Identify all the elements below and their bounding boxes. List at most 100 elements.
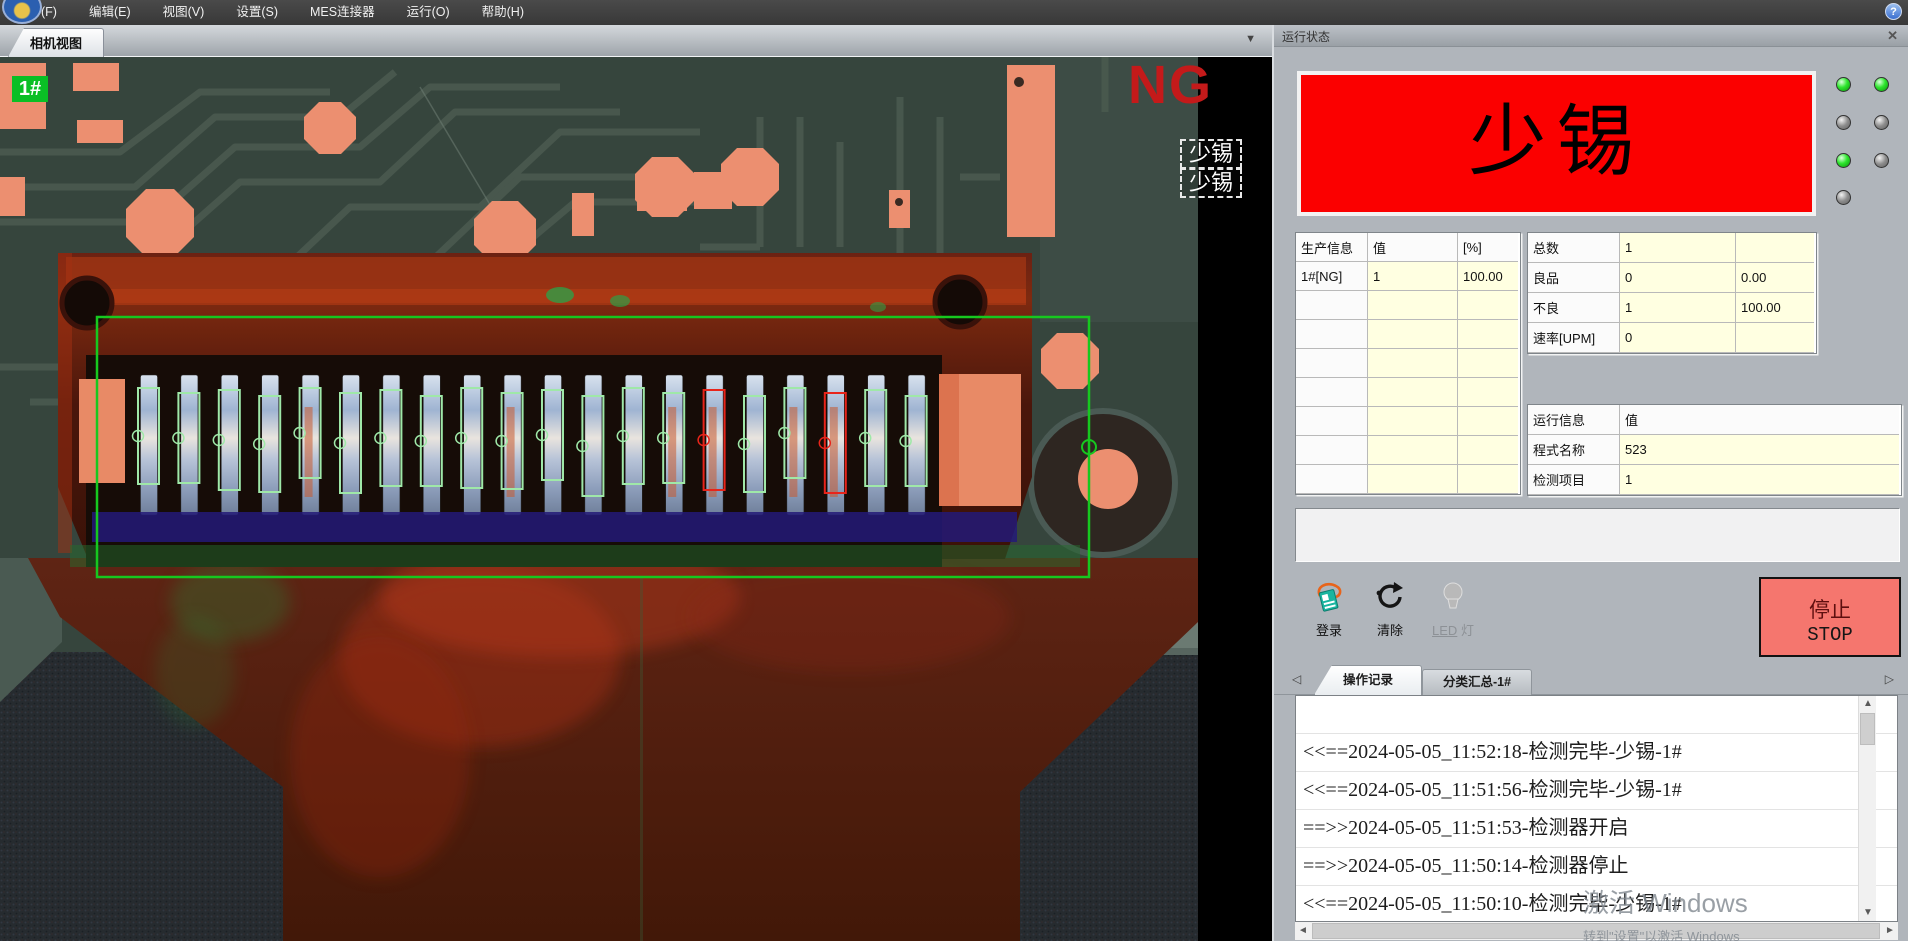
statistics-table: 总数 1 良品 0 0.00 不良 1 100.00 速率[UPM] 0 <box>1527 232 1817 354</box>
clear-label: 清除 <box>1366 620 1414 639</box>
cell-label <box>1296 349 1368 378</box>
large-pad-center <box>1078 449 1138 509</box>
message-box <box>1295 508 1900 562</box>
cell-percent <box>1458 436 1518 465</box>
cell-label <box>1296 320 1368 349</box>
cell-label: 良品 <box>1528 263 1620 293</box>
vertical-scrollbar[interactable]: ▲ ▼ <box>1858 696 1876 921</box>
menu-items: 文件(F)编辑(E)视图(V)设置(S)MES连接器运行(O)帮助(H) <box>0 0 540 25</box>
log-entry[interactable]: ==>>2024-05-05_11:50:14-检测器停止 <box>1296 848 1897 886</box>
run-info-table: 运行信息 值 程式名称 523 检测项目 1 <box>1527 404 1902 496</box>
cell-label: 速率[UPM] <box>1528 323 1620 353</box>
cell-percent <box>1458 349 1518 378</box>
lightbulb-icon <box>1436 580 1470 612</box>
indicator-light-off <box>1836 115 1851 130</box>
refresh-icon <box>1373 580 1407 612</box>
chevron-down-icon[interactable]: ▼ <box>1245 33 1256 45</box>
blue-streak <box>92 512 1017 542</box>
indicator-light-on <box>1836 153 1851 168</box>
table-row: 1#[NG] 1 100.00 <box>1296 262 1520 291</box>
scrollbar-thumb[interactable] <box>1860 713 1875 745</box>
scroll-left-icon[interactable]: ◄ <box>1295 923 1311 939</box>
scroll-down-icon[interactable]: ▼ <box>1859 905 1877 921</box>
cell-label <box>1296 465 1368 494</box>
led-label-en: LED <box>1432 623 1457 638</box>
cell-value <box>1368 320 1458 349</box>
table-row <box>1296 349 1520 378</box>
cell-label <box>1296 378 1368 407</box>
via-dot <box>1014 77 1024 87</box>
scroll-up-icon[interactable]: ▲ <box>1859 696 1877 712</box>
table-row <box>1296 378 1520 407</box>
scrollbar-thumb[interactable] <box>1312 923 1880 939</box>
table-row: 速率[UPM] 0 <box>1528 323 1816 353</box>
cell-value: 1 <box>1620 293 1736 323</box>
stop-label-cn: 停止 <box>1761 594 1899 624</box>
stop-label-en: STOP <box>1761 624 1899 646</box>
cell-percent <box>1736 233 1814 263</box>
cell-label: 程式名称 <box>1528 435 1620 465</box>
status-banner-text: 少锡 <box>1301 75 1812 209</box>
stop-button[interactable]: 停止 STOP <box>1759 577 1901 657</box>
tab-category-summary[interactable]: 分类汇总-1# <box>1422 669 1532 695</box>
indicator-light-on <box>1874 77 1889 92</box>
tab-scroll-left-icon[interactable]: ◁ <box>1292 672 1301 686</box>
close-icon[interactable]: ✕ <box>1887 28 1898 44</box>
cell-value: 1 <box>1368 262 1458 291</box>
scroll-right-icon[interactable]: ► <box>1882 923 1898 939</box>
cell-label <box>1296 291 1368 320</box>
log-entry[interactable] <box>1296 696 1897 734</box>
cell-value <box>1368 436 1458 465</box>
login-button[interactable]: 登录 <box>1305 580 1353 639</box>
menu-item[interactable]: 帮助(H) <box>466 0 540 25</box>
table-row: 良品 0 0.00 <box>1528 263 1816 293</box>
cell-label: 检测项目 <box>1528 465 1620 495</box>
production-info-table: 生产信息 值 [%] 1#[NG] 1 100.00 <box>1295 232 1521 495</box>
log-entry[interactable]: <<==2024-05-05_11:50:10-检测完毕-少锡-1# <box>1296 886 1897 922</box>
table-row: 不良 1 100.00 <box>1528 293 1816 323</box>
cell-label: 1#[NG] <box>1296 262 1368 291</box>
column-header: [%] <box>1458 233 1518 262</box>
tab-operation-log[interactable]: 操作记录 <box>1314 665 1422 695</box>
menu-item[interactable]: 视图(V) <box>147 0 221 25</box>
led-label: LED 灯 <box>1429 620 1477 639</box>
connector-hole <box>62 278 112 328</box>
table-row <box>1296 320 1520 349</box>
cell-value <box>1368 465 1458 494</box>
tab-camera-view[interactable]: 相机视图 <box>8 28 104 57</box>
cell-value <box>1368 291 1458 320</box>
led-light-button[interactable]: LED 灯 <box>1429 580 1477 639</box>
log-entry[interactable]: ==>>2024-05-05_11:51:53-检测器开启 <box>1296 810 1897 848</box>
menu-bar: 文件(F)编辑(E)视图(V)设置(S)MES连接器运行(O)帮助(H) ? <box>0 0 1908 25</box>
cell-value: 1 <box>1620 233 1736 263</box>
camera-image <box>0 57 1198 941</box>
menu-item[interactable]: 编辑(E) <box>73 0 147 25</box>
connector-hole <box>935 277 985 327</box>
log-entry[interactable]: <<==2024-05-05_11:52:18-检测完毕-少锡-1# <box>1296 734 1897 772</box>
column-header: 值 <box>1620 405 1899 435</box>
via-dot <box>895 198 903 206</box>
panel-title-bar: 运行状态 ✕ <box>1274 25 1908 47</box>
column-header: 生产信息 <box>1296 233 1368 262</box>
cell-label: 不良 <box>1528 293 1620 323</box>
cell-percent: 0.00 <box>1736 263 1814 293</box>
indicator-light-on <box>1836 77 1851 92</box>
help-badge-icon[interactable]: ? <box>1885 3 1902 20</box>
cell-label <box>1296 436 1368 465</box>
status-banner: 少锡 <box>1297 71 1816 216</box>
clear-button[interactable]: 清除 <box>1366 580 1414 639</box>
log-entry[interactable]: <<==2024-05-05_11:51:56-检测完毕-少锡-1# <box>1296 772 1897 810</box>
operation-log-list: <<==2024-05-05_11:52:18-检测完毕-少锡-1#<<==20… <box>1295 695 1898 922</box>
table-row <box>1296 436 1520 465</box>
horizontal-scrollbar[interactable]: ◄ ► <box>1295 922 1898 940</box>
table-row: 程式名称 523 <box>1528 435 1901 465</box>
login-label: 登录 <box>1305 620 1353 639</box>
menu-item[interactable]: MES连接器 <box>294 0 391 25</box>
menu-item[interactable]: 设置(S) <box>220 0 294 25</box>
cell-percent <box>1458 378 1518 407</box>
indicator-light-off <box>1874 115 1889 130</box>
tab-scroll-right-icon[interactable]: ▷ <box>1885 672 1894 686</box>
log-tab-strip: ◁ 操作记录 分类汇总-1# ▷ <box>1274 662 1908 695</box>
menu-item[interactable]: 运行(O) <box>391 0 466 25</box>
cell-percent <box>1458 291 1518 320</box>
